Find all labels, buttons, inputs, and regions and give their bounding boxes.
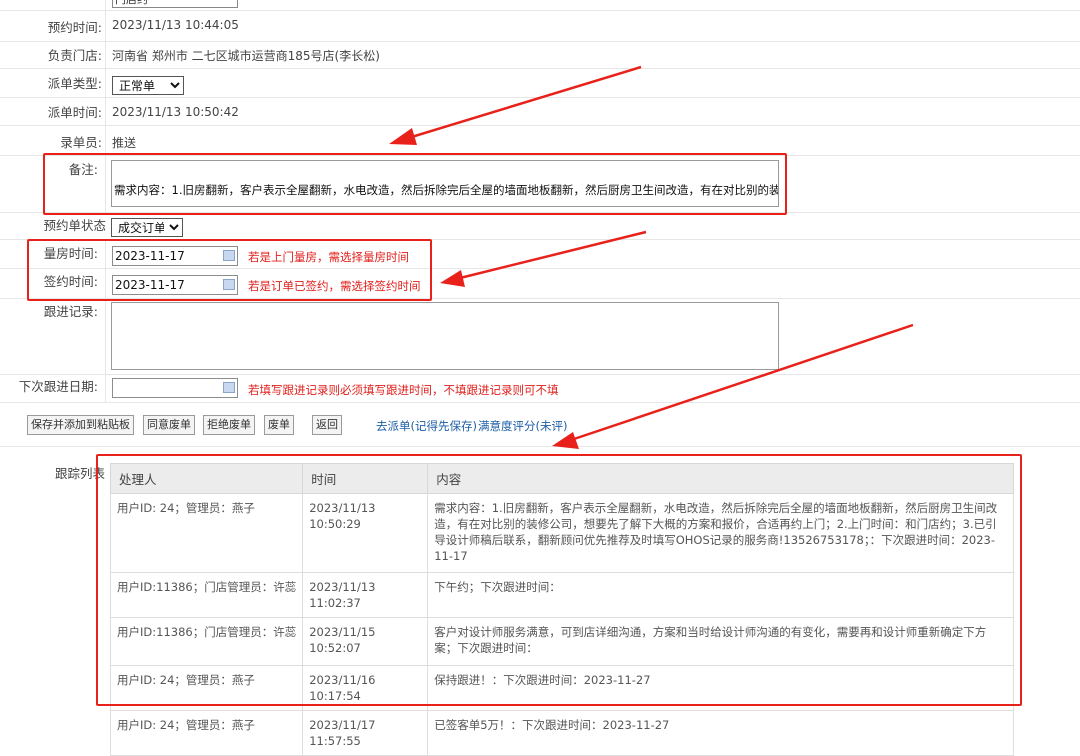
next-follow-row: 下次跟进日期: 若填写跟进记录则必须填写跟进时间，不填跟进记录则可不填: [0, 375, 1080, 403]
divider: [105, 11, 106, 41]
dispatch-time-label: 派单时间:: [47, 105, 102, 120]
track-list-label: 跟踪列表: [54, 466, 105, 481]
row-time: 2023/11/17 11:57:55: [302, 710, 429, 756]
recorder-label: 录单员:: [60, 135, 102, 150]
next-follow-hint: 若填写跟进记录则必须填写跟进时间，不填跟进记录则可不填: [248, 383, 559, 397]
recorder-row: 录单员: 推送: [0, 126, 1080, 156]
dispatch-type-label: 派单类型:: [47, 76, 102, 91]
order-status-label: 预约单状态: [43, 218, 106, 233]
dispatch-type-row: 派单类型: 正常单: [0, 69, 1080, 98]
order-status-select[interactable]: 成交订单: [111, 218, 183, 237]
back-button[interactable]: 返回: [312, 415, 342, 435]
buttons-divider: [0, 446, 1080, 447]
agree-void-button[interactable]: 同意废单: [143, 415, 195, 435]
appointment-time-label: 预约时间:: [47, 20, 102, 35]
satisfaction-link[interactable]: 满意度评分(未评): [478, 418, 567, 434]
divider: [105, 299, 106, 374]
divider: [105, 69, 106, 97]
appointment-time-row: 预约时间: 2023/11/13 10:44:05: [0, 11, 1080, 42]
dispatch-link[interactable]: 去派单(记得先保存): [376, 418, 477, 434]
save-add-clipboard-button[interactable]: 保存并添加到粘贴板: [27, 415, 134, 435]
dispatch-time-row: 派单时间: 2023/11/13 10:50:42: [0, 98, 1080, 126]
top-field-row: 门店约: [0, 0, 1080, 11]
divider: [105, 375, 106, 402]
follow-record-row: 跟进记录:: [0, 299, 1080, 375]
divider: [105, 42, 106, 68]
row-handler: 用户ID: 24；管理员：燕子: [109, 710, 304, 756]
store-row: 负责门店: 河南省 郑州市 二七区城市运营商185号店(李长松): [0, 42, 1080, 69]
store-label: 负责门店:: [47, 48, 102, 63]
top-field-input[interactable]: 门店约: [112, 0, 238, 8]
next-follow-input[interactable]: [112, 378, 238, 398]
store-value: 河南省 郑州市 二七区城市运营商185号店(李长松): [112, 49, 380, 63]
recorder-value: 推送: [112, 136, 137, 150]
divider: [105, 0, 106, 10]
appointment-time-value: 2023/11/13 10:44:05: [112, 18, 239, 32]
row-content: 已签客单5万！：下次跟进时间：2023-11-27: [427, 710, 1014, 756]
remark-highlight-box: [43, 153, 787, 215]
next-follow-label: 下次跟进日期:: [18, 379, 98, 394]
divider: [105, 126, 106, 155]
dates-highlight-box: [27, 239, 432, 301]
track-list-highlight-box: [96, 454, 1022, 706]
dispatch-type-select[interactable]: 正常单: [112, 76, 184, 95]
reject-void-button[interactable]: 拒绝废单: [203, 415, 255, 435]
calendar-icon[interactable]: [223, 382, 235, 393]
order-status-row: 预约单状态 成交订单: [0, 213, 1080, 240]
follow-record-textarea[interactable]: [111, 302, 779, 370]
divider: [105, 98, 106, 125]
dispatch-time-value: 2023/11/13 10:50:42: [112, 105, 239, 119]
table-row: 用户ID: 24；管理员：燕子 2023/11/17 11:57:55 已签客单…: [109, 710, 1014, 756]
void-button[interactable]: 废单: [264, 415, 294, 435]
follow-record-label: 跟进记录:: [43, 304, 98, 319]
